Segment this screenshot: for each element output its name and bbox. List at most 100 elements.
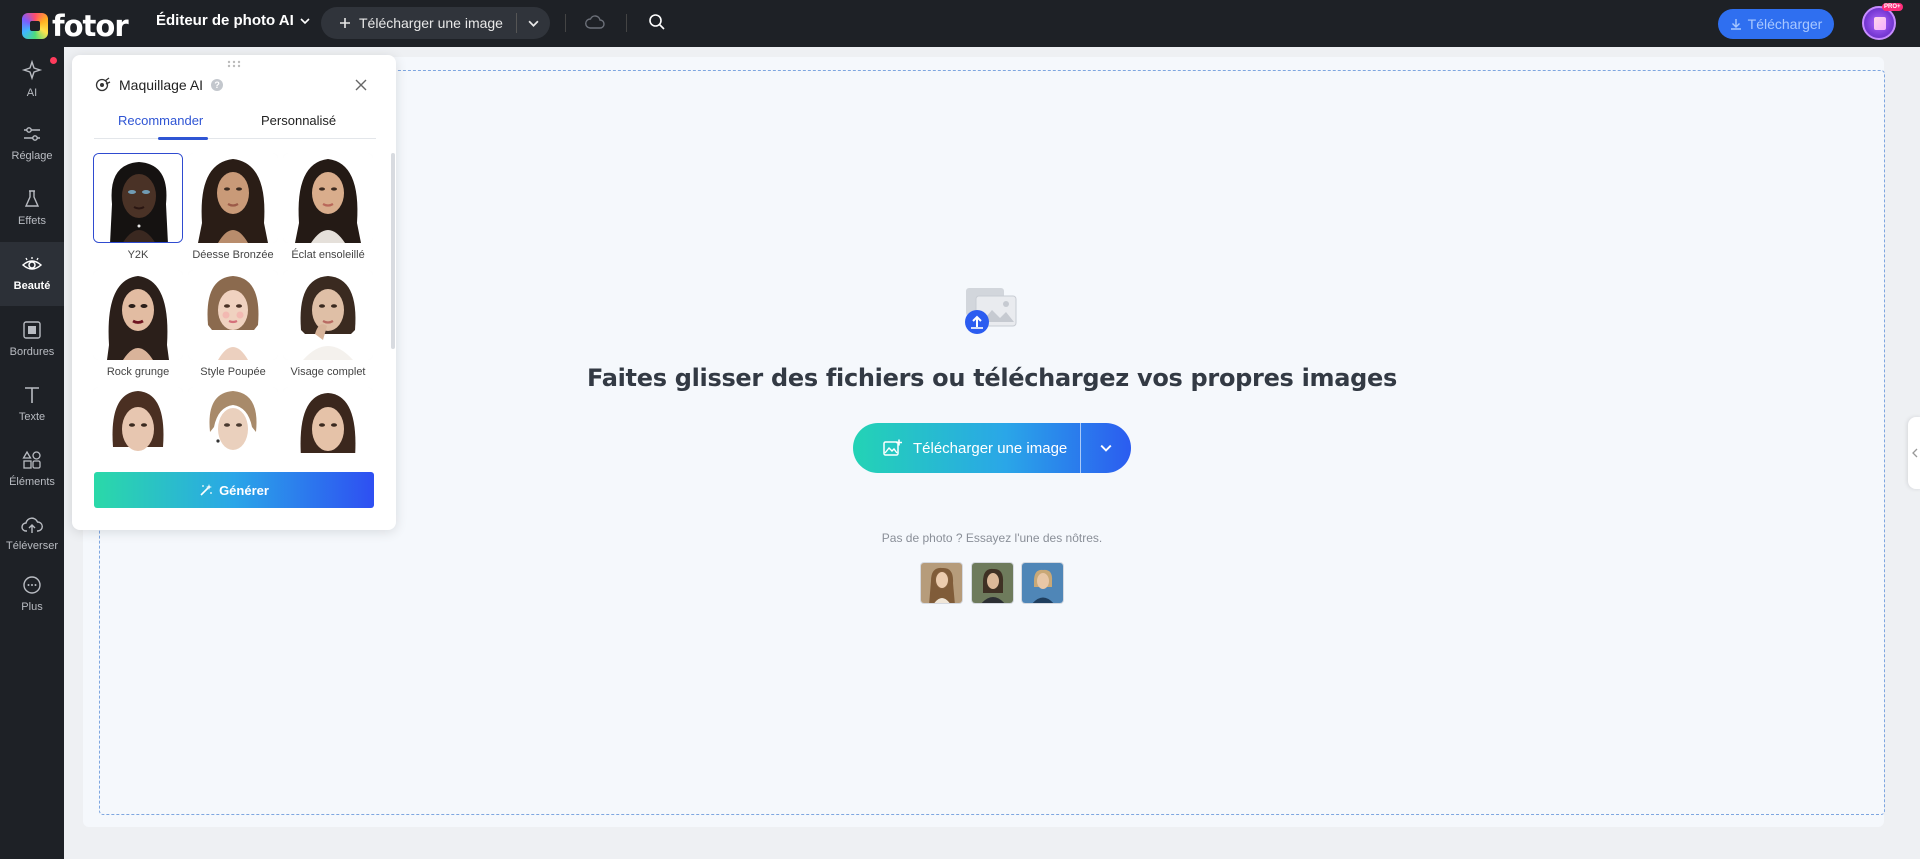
makeup-styles-grid: Y2K Déesse Bronzée Éclat ensoleillé Rock… <box>93 153 378 453</box>
download-label: Télécharger <box>1747 16 1823 32</box>
makeup-style-thumbnail <box>283 153 373 243</box>
search-icon[interactable] <box>648 13 666 31</box>
sidebar-item-elements[interactable]: Éléments <box>0 439 64 499</box>
makeup-style-card[interactable] <box>188 387 278 453</box>
makeup-style-thumbnail <box>283 270 373 360</box>
active-tab-indicator <box>158 137 208 140</box>
download-button[interactable]: Télécharger <box>1718 9 1834 39</box>
makeup-style-thumbnail <box>93 270 183 360</box>
maquillage-ai-panel: Maquillage AI ? Recommander Personnalisé… <box>72 55 396 530</box>
makeup-style-card[interactable]: Rock grunge <box>93 270 183 378</box>
chevron-down-icon <box>300 17 310 24</box>
panel-header: Maquillage AI ? <box>95 77 224 93</box>
cloud-upload-icon <box>21 517 43 533</box>
magic-wand-icon <box>200 484 213 496</box>
add-image-icon <box>883 439 902 456</box>
makeup-style-card[interactable]: Déesse Bronzée <box>188 153 278 261</box>
chevron-down-icon <box>528 20 539 27</box>
makeup-style-label: Visage complet <box>290 366 366 378</box>
sliders-icon <box>24 127 40 141</box>
logo-text: fotor <box>52 9 129 43</box>
sidebar-item-label: Plus <box>21 601 43 613</box>
makeup-style-thumbnail <box>93 153 183 243</box>
makeup-style-thumbnail <box>283 387 373 453</box>
sidebar-item-beaute[interactable]: Beauté <box>0 242 64 306</box>
makeup-style-card[interactable]: Style Poupée <box>188 270 278 378</box>
sidebar-item-label: Bordures <box>9 346 55 358</box>
upload-image-label: Télécharger une image <box>913 439 1068 457</box>
upload-image-illustration-icon <box>965 288 1017 334</box>
makeup-icon <box>95 77 111 92</box>
sidebar-item-label: Éléments <box>9 476 55 488</box>
divider <box>626 14 627 32</box>
makeup-style-card[interactable]: Y2K <box>93 153 183 261</box>
pro-badge: PRO+ <box>1882 3 1903 11</box>
fotor-logo-icon <box>22 13 48 39</box>
makeup-style-label: Y2K <box>127 249 149 261</box>
download-icon <box>1730 19 1741 30</box>
drag-handle-icon[interactable] <box>227 60 241 68</box>
sidebar-item-effets[interactable]: Effets <box>0 178 64 238</box>
sample-photo[interactable] <box>1021 562 1064 604</box>
sidebar-item-label: Beauté <box>13 280 51 292</box>
divider <box>565 14 566 32</box>
eye-icon <box>21 257 43 270</box>
top-upload-button-group: Télécharger une image <box>321 7 550 39</box>
more-icon <box>23 576 41 594</box>
upload-image-button[interactable]: Télécharger une image <box>853 423 1080 473</box>
top-upload-label: Télécharger une image <box>359 15 503 31</box>
top-upload-button[interactable]: Télécharger une image <box>321 7 516 39</box>
generate-button[interactable]: Générer <box>94 472 374 508</box>
makeup-style-label: Éclat ensoleillé <box>291 249 365 261</box>
makeup-style-thumbnail <box>93 387 183 453</box>
sample-photo[interactable] <box>971 562 1014 604</box>
frame-icon <box>23 321 41 339</box>
sidebar-item-texte[interactable]: Texte <box>0 374 64 434</box>
sidebar-item-bordures[interactable]: Bordures <box>0 309 64 369</box>
drop-zone-title: Faites glisser des fichiers ou télécharg… <box>587 364 1397 392</box>
cloud-icon[interactable] <box>585 14 605 30</box>
sidebar-item-label: Texte <box>18 411 46 423</box>
sidebar-item-label: Réglage <box>11 150 53 162</box>
top-upload-dropdown[interactable] <box>517 7 550 39</box>
sidebar-item-label: AI <box>26 87 38 99</box>
makeup-style-thumbnail <box>188 387 278 453</box>
sidebar-item-reglage[interactable]: Réglage <box>0 113 64 173</box>
panel-title: Maquillage AI <box>119 77 204 93</box>
tab-recommander[interactable]: Recommander <box>118 113 203 128</box>
shapes-icon <box>22 450 41 469</box>
chevron-down-icon <box>1100 444 1112 452</box>
makeup-style-label: Déesse Bronzée <box>192 249 274 261</box>
help-icon[interactable]: ? <box>211 79 224 91</box>
close-icon[interactable] <box>355 79 367 91</box>
notification-dot <box>50 57 57 64</box>
makeup-style-thumbnail <box>188 153 278 243</box>
sidebar-item-televerser[interactable]: Téléverser <box>0 504 64 564</box>
sparkle-icon <box>21 59 43 81</box>
left-sidebar: AI Réglage Effets Beauté Bordures Texte … <box>0 47 64 859</box>
makeup-style-card[interactable] <box>283 387 373 453</box>
makeup-style-card[interactable]: Visage complet <box>283 270 373 378</box>
avatar[interactable] <box>1862 6 1896 40</box>
fotor-logo[interactable]: fotor <box>22 9 129 43</box>
avatar-image <box>1874 17 1886 30</box>
panel-scrollbar[interactable] <box>391 153 395 349</box>
upload-dropdown[interactable] <box>1081 423 1131 473</box>
makeup-style-label: Rock grunge <box>106 366 170 378</box>
upload-button-group: Télécharger une image <box>853 423 1131 473</box>
sample-photo[interactable] <box>920 562 963 604</box>
editor-menu[interactable]: Éditeur de photo AI <box>156 12 310 29</box>
tab-personnalise[interactable]: Personnalisé <box>261 113 336 128</box>
sidebar-item-ai[interactable]: AI <box>0 49 64 109</box>
makeup-style-card[interactable] <box>93 387 183 453</box>
editor-menu-label: Éditeur de photo AI <box>156 12 294 29</box>
flask-icon <box>24 190 40 207</box>
sidebar-item-plus[interactable]: Plus <box>0 564 64 624</box>
makeup-style-card[interactable]: Éclat ensoleillé <box>283 153 373 261</box>
panel-tabs: Recommander Personnalisé <box>94 113 376 140</box>
text-icon <box>25 387 39 403</box>
collapse-right-panel-button[interactable] <box>1908 417 1920 489</box>
chevron-left-icon <box>1912 448 1918 458</box>
sidebar-item-label: Téléverser <box>6 540 58 552</box>
sample-photos-prompt: Pas de photo ? Essayez l'une des nôtres. <box>881 531 1103 545</box>
